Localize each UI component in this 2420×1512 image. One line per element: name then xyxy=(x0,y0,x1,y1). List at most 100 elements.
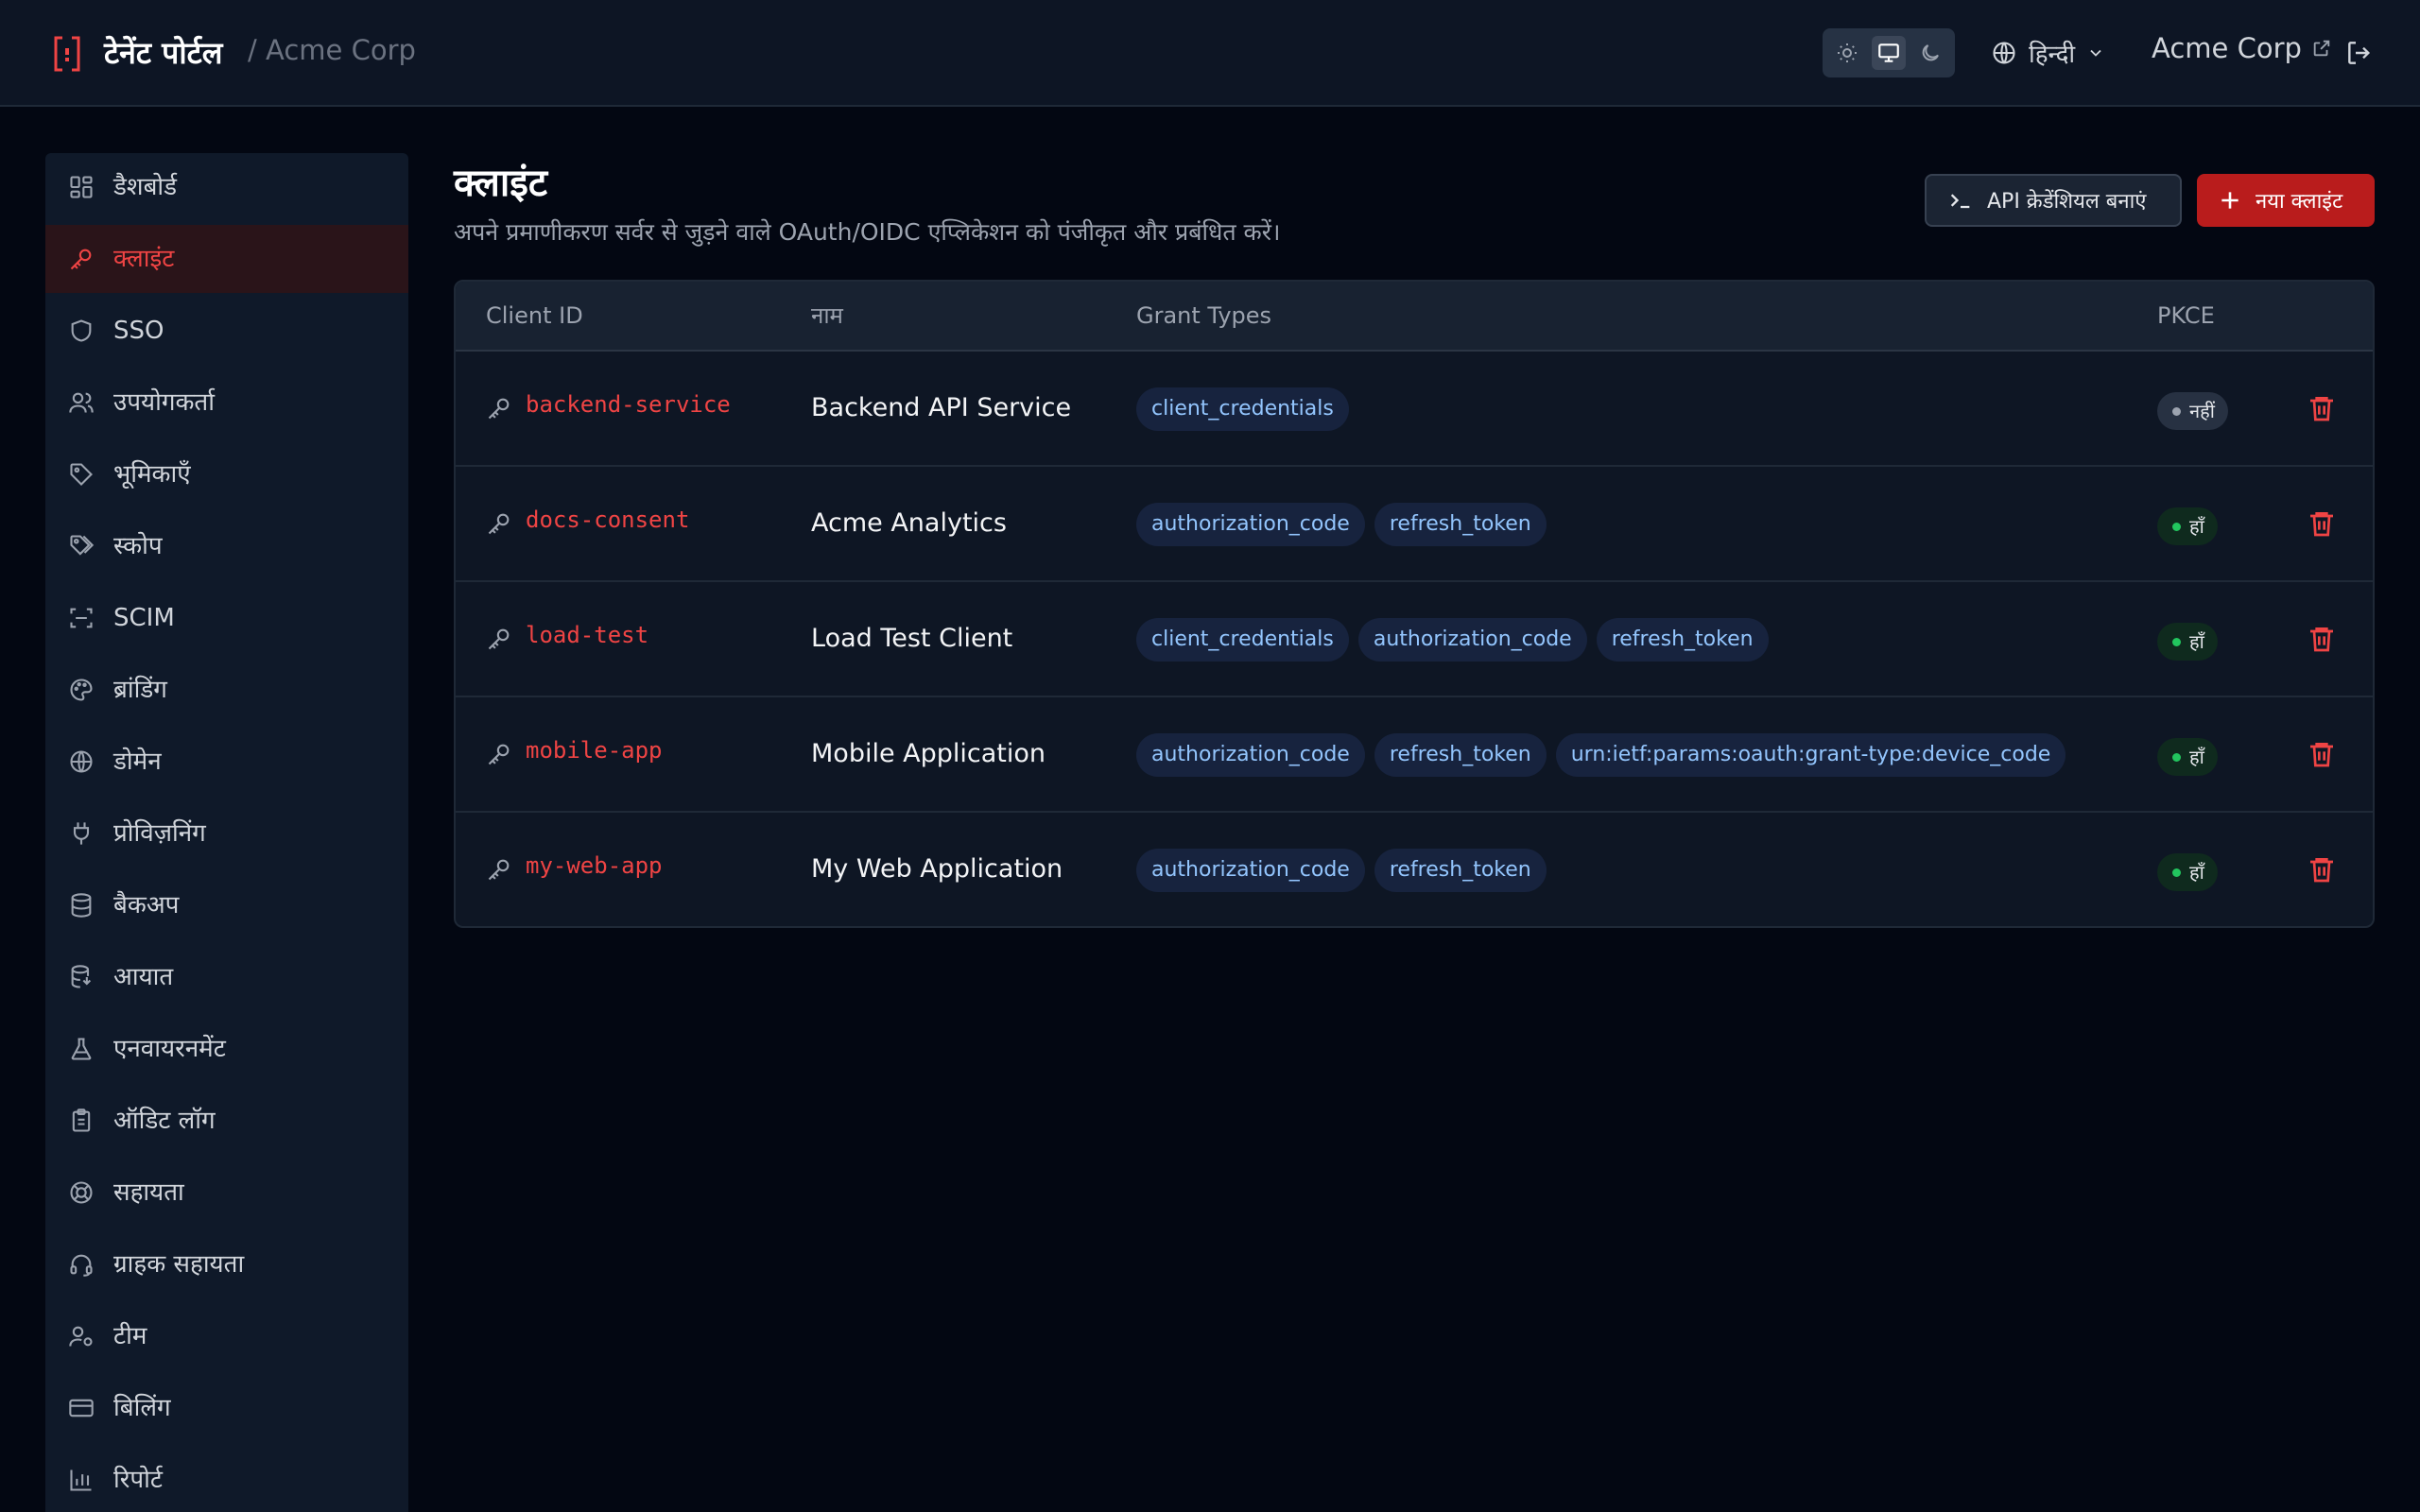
client-name: My Web Application xyxy=(811,854,1063,884)
pkce-cell: हाँ xyxy=(2157,623,2218,661)
sidebar-item-label: उपयोगकर्ता xyxy=(113,388,215,417)
sidebar: डैशबोर्ड क्लाइंट SSO उपयोगकर्ता भूमिकाएँ… xyxy=(45,153,408,1512)
system-theme-button[interactable] xyxy=(1872,36,1906,70)
sidebar-item-roles[interactable]: भूमिकाएँ xyxy=(45,440,408,508)
credit-card-icon xyxy=(69,1399,94,1418)
sidebar-item-team[interactable]: टीम xyxy=(45,1302,408,1370)
sidebar-item-audit-log[interactable]: ऑडिट लॉग xyxy=(45,1087,408,1155)
client-id[interactable]: my-web-app xyxy=(526,852,663,879)
sidebar-item-label: ब्रांडिंग xyxy=(113,676,167,704)
headset-icon xyxy=(70,1254,93,1277)
sidebar-item-domains[interactable]: डोमेन xyxy=(45,728,408,796)
terminal-icon xyxy=(1950,194,1970,209)
sidebar-item-sso[interactable]: SSO xyxy=(45,297,408,365)
client-id-cell: mobile-app xyxy=(486,697,663,811)
dark-theme-button[interactable] xyxy=(1913,36,1947,70)
client-id[interactable]: docs-consent xyxy=(526,507,689,533)
sidebar-item-reports[interactable]: रिपोर्ट xyxy=(45,1446,408,1512)
new-client-label: नया क्लाइंट xyxy=(2256,190,2343,214)
database-icon xyxy=(71,893,92,918)
grant-type-pill: urn:ietf:params:oauth:grant-type:device_… xyxy=(1555,733,2066,777)
client-name: Acme Analytics xyxy=(811,508,1007,538)
flask-icon xyxy=(71,1038,92,1060)
delete-client-button[interactable] xyxy=(2307,624,2337,654)
sidebar-item-users[interactable]: उपयोगकर्ता xyxy=(45,369,408,437)
sidebar-item-label: एनवायरनमेंट xyxy=(113,1035,226,1063)
users-icon xyxy=(69,392,94,413)
key-icon xyxy=(488,859,510,881)
column-header-grant-types: Grant Types xyxy=(1136,302,1272,329)
sidebar-item-label: क्लाइंट xyxy=(113,245,175,273)
app-title[interactable]: टेनेंट पोर्टल xyxy=(104,32,222,73)
trash-icon xyxy=(2310,858,2333,883)
client-id[interactable]: backend-service xyxy=(526,391,731,418)
delete-client-button[interactable] xyxy=(2307,508,2337,539)
table-row[interactable]: backend-service Backend API Service clie… xyxy=(456,352,2373,467)
client-name: Backend API Service xyxy=(811,393,1072,422)
trash-icon xyxy=(2310,743,2333,767)
monitor-icon xyxy=(1878,43,1899,62)
client-id-cell: my-web-app xyxy=(486,813,663,926)
grant-type-pill: refresh_token xyxy=(1596,618,1769,662)
sidebar-item-label: भूमिकाएँ xyxy=(113,460,191,489)
delete-client-button[interactable] xyxy=(2307,854,2337,885)
sidebar-item-scopes[interactable]: स्कोप xyxy=(45,512,408,580)
trash-icon xyxy=(2310,627,2333,652)
bar-chart-icon xyxy=(70,1469,92,1491)
grant-type-pill: authorization_code xyxy=(1136,733,1365,777)
trash-icon xyxy=(2310,512,2333,537)
grant-type-pill: refresh_token xyxy=(1374,733,1547,777)
tenant-breadcrumb: / Acme Corp xyxy=(248,34,416,66)
client-name: Load Test Client xyxy=(811,624,1013,653)
chevron-down-icon xyxy=(2090,49,2101,57)
new-client-button[interactable]: नया क्लाइंट xyxy=(2197,174,2375,227)
sidebar-item-billing[interactable]: बिलिंग xyxy=(45,1374,408,1442)
sidebar-item-dashboard[interactable]: डैशबोर्ड xyxy=(45,153,408,221)
pkce-cell: हाँ xyxy=(2157,853,2218,891)
sidebar-item-label: SCIM xyxy=(113,604,175,632)
sidebar-item-provisioning[interactable]: प्रोविज़निंग xyxy=(45,799,408,868)
client-id[interactable]: mobile-app xyxy=(526,737,663,764)
sidebar-item-label: बिलिंग xyxy=(113,1394,171,1422)
logout-button[interactable] xyxy=(2344,38,2375,68)
table-row[interactable]: docs-consent Acme Analytics authorizatio… xyxy=(456,467,2373,582)
pkce-cell: हाँ xyxy=(2157,738,2218,776)
sidebar-item-scim[interactable]: SCIM xyxy=(45,584,408,652)
grant-type-pill: authorization_code xyxy=(1357,618,1587,662)
clients-table: Client ID नाम Grant Types PKCE backend-s… xyxy=(454,280,2375,928)
sidebar-item-clients[interactable]: क्लाइंट xyxy=(45,225,408,293)
pkce-badge: नहीं xyxy=(2157,392,2228,430)
light-theme-button[interactable] xyxy=(1830,36,1864,70)
sidebar-item-label: ऑडिट लॉग xyxy=(113,1107,216,1135)
sidebar-item-backup[interactable]: बैकअप xyxy=(45,871,408,939)
key-icon xyxy=(488,628,510,650)
shield-icon xyxy=(71,319,92,342)
delete-client-button[interactable] xyxy=(2307,739,2337,769)
grant-types: authorization_code refresh_token xyxy=(1136,503,1547,546)
table-row[interactable]: load-test Load Test Client client_creden… xyxy=(456,582,2373,697)
sidebar-item-label: टीम xyxy=(113,1322,147,1350)
sidebar-item-customer-support[interactable]: ग्राहक सहायता xyxy=(45,1230,408,1298)
language-selector[interactable]: हिन्दी xyxy=(1991,36,2105,70)
globe-icon xyxy=(1993,42,2015,64)
sidebar-item-environments[interactable]: एनवायरनमेंट xyxy=(45,1015,408,1083)
clipboard-icon xyxy=(72,1108,91,1132)
grant-types: client_credentials xyxy=(1136,387,1349,431)
sun-icon xyxy=(1838,43,1857,62)
client-name: Mobile Application xyxy=(811,739,1046,768)
tags-icon xyxy=(70,535,95,556)
create-api-credentials-button[interactable]: API क्रेडेंशियल बनाएं xyxy=(1925,174,2182,227)
table-row[interactable]: my-web-app My Web Application authorizat… xyxy=(456,813,2373,926)
grant-type-pill: refresh_token xyxy=(1374,849,1547,892)
client-id[interactable]: load-test xyxy=(526,622,648,648)
sidebar-item-import[interactable]: आयात xyxy=(45,943,408,1011)
moon-icon xyxy=(1922,44,1939,61)
table-row[interactable]: mobile-app Mobile Application authorizat… xyxy=(456,697,2373,813)
brand-logo-icon xyxy=(53,36,81,72)
sidebar-item-branding[interactable]: ब्रांडिंग xyxy=(45,656,408,724)
sidebar-item-help[interactable]: सहायता xyxy=(45,1159,408,1227)
sidebar-item-label: स्कोप xyxy=(113,532,163,560)
delete-client-button[interactable] xyxy=(2307,393,2337,423)
pkce-cell: हाँ xyxy=(2157,507,2218,545)
org-link[interactable]: Acme Corp xyxy=(2152,32,2332,64)
